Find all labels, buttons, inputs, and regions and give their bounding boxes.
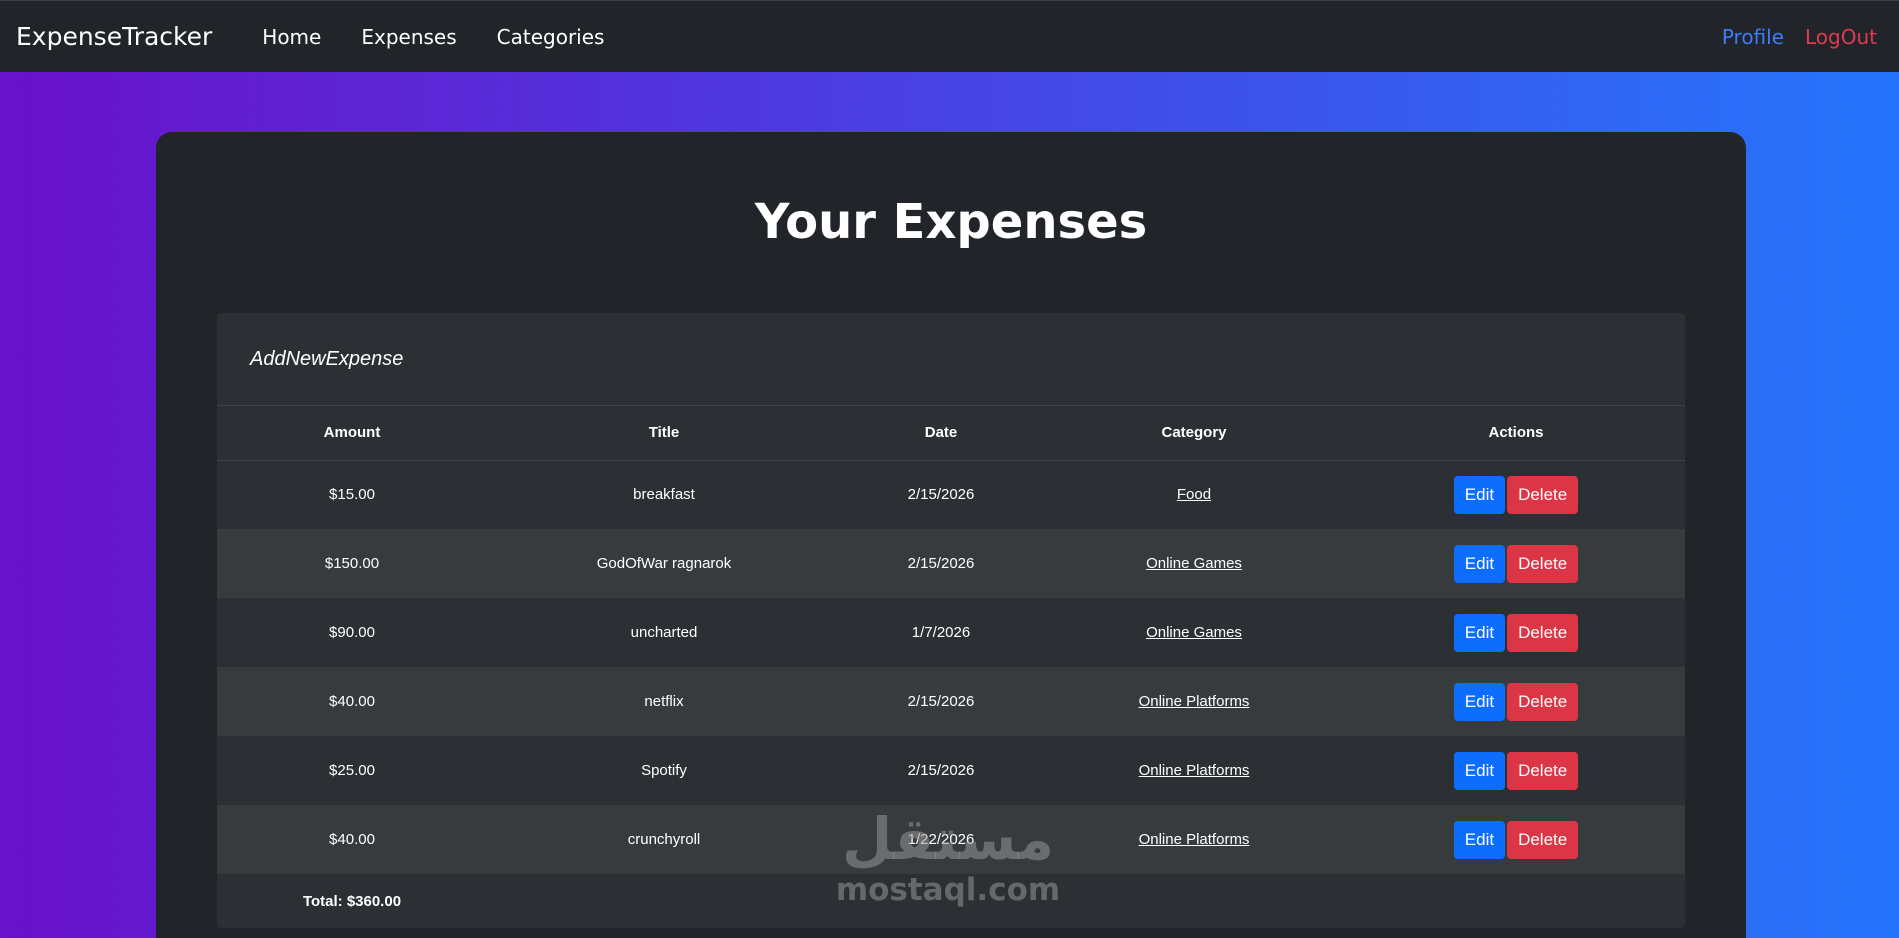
cell-actions: Edit Delete	[1347, 529, 1685, 598]
cell-amount: $90.00	[217, 598, 487, 667]
cell-date: 2/15/2026	[841, 736, 1041, 805]
cell-category: Online Games	[1041, 598, 1347, 667]
table-header-row: Amount Title Date Category Actions	[217, 406, 1685, 461]
cell-amount: $40.00	[217, 805, 487, 874]
cell-category: Online Platforms	[1041, 805, 1347, 874]
nav-home[interactable]: Home	[262, 25, 321, 49]
cell-amount: $25.00	[217, 736, 487, 805]
edit-button[interactable]: Edit	[1453, 682, 1506, 721]
cell-actions: Edit Delete	[1347, 598, 1685, 667]
expenses-table-container: AddNewExpense Amount Title Date Category…	[217, 313, 1685, 928]
cell-amount: $150.00	[217, 529, 487, 598]
cell-actions: Edit Delete	[1347, 667, 1685, 736]
cell-actions: Edit Delete	[1347, 736, 1685, 805]
top-navbar: ExpenseTracker Home Expenses Categories …	[0, 0, 1899, 72]
category-link[interactable]: Food	[1177, 486, 1211, 503]
nav-right-group: Profile LogOut	[1722, 25, 1883, 49]
cell-category: Online Platforms	[1041, 667, 1347, 736]
cell-category: Online Games	[1041, 529, 1347, 598]
table-row: $40.00 netflix 2/15/2026 Online Platform…	[217, 667, 1685, 736]
edit-button[interactable]: Edit	[1453, 475, 1506, 514]
expenses-table: Amount Title Date Category Actions $15.0…	[217, 406, 1685, 928]
add-expense-row: AddNewExpense	[217, 313, 1685, 406]
table-row: $40.00 crunchyroll 1/22/2026 Online Plat…	[217, 805, 1685, 874]
edit-button[interactable]: Edit	[1453, 613, 1506, 652]
table-row: $25.00 Spotify 2/15/2026 Online Platform…	[217, 736, 1685, 805]
delete-button[interactable]: Delete	[1507, 682, 1579, 721]
cell-amount: $40.00	[217, 667, 487, 736]
total-amount: Total: $360.00	[217, 874, 487, 928]
delete-button[interactable]: Delete	[1507, 820, 1579, 859]
cell-date: 2/15/2026	[841, 667, 1041, 736]
cell-title: uncharted	[487, 598, 841, 667]
table-row: $15.00 breakfast 2/15/2026 Food Edit Dele…	[217, 460, 1685, 529]
column-header-actions: Actions	[1347, 406, 1685, 461]
table-row: $150.00 GodOfWar ragnarok 2/15/2026 Onli…	[217, 529, 1685, 598]
nav-categories[interactable]: Categories	[497, 25, 605, 49]
page-title: Your Expenses	[754, 194, 1148, 250]
logout-link[interactable]: LogOut	[1805, 25, 1877, 49]
cell-title: breakfast	[487, 460, 841, 529]
column-header-title: Title	[487, 406, 841, 461]
category-link[interactable]: Online Platforms	[1139, 831, 1250, 848]
category-link[interactable]: Online Games	[1146, 624, 1242, 641]
delete-button[interactable]: Delete	[1507, 613, 1579, 652]
category-link[interactable]: Online Platforms	[1139, 693, 1250, 710]
category-link[interactable]: Online Games	[1146, 555, 1242, 572]
cell-date: 2/15/2026	[841, 460, 1041, 529]
brand-logo[interactable]: ExpenseTracker	[16, 22, 212, 51]
cell-actions: Edit Delete	[1347, 460, 1685, 529]
nav-expenses[interactable]: Expenses	[361, 25, 456, 49]
cell-date: 1/7/2026	[841, 598, 1041, 667]
delete-button[interactable]: Delete	[1507, 475, 1579, 514]
cell-category: Online Platforms	[1041, 736, 1347, 805]
cell-amount: $15.00	[217, 460, 487, 529]
cell-title: GodOfWar ragnarok	[487, 529, 841, 598]
profile-link[interactable]: Profile	[1722, 25, 1784, 49]
category-link[interactable]: Online Platforms	[1139, 762, 1250, 779]
delete-button[interactable]: Delete	[1507, 751, 1579, 790]
cell-actions: Edit Delete	[1347, 805, 1685, 874]
cell-title: crunchyroll	[487, 805, 841, 874]
expenses-card: Your Expenses AddNewExpense Amount Title…	[156, 132, 1746, 938]
column-header-amount: Amount	[217, 406, 487, 461]
column-header-category: Category	[1041, 406, 1347, 461]
edit-button[interactable]: Edit	[1453, 544, 1506, 583]
edit-button[interactable]: Edit	[1453, 751, 1506, 790]
edit-button[interactable]: Edit	[1453, 820, 1506, 859]
cell-category: Food	[1041, 460, 1347, 529]
add-new-expense-link[interactable]: AddNewExpense	[250, 348, 403, 371]
total-row: Total: $360.00	[217, 874, 1685, 928]
cell-title: netflix	[487, 667, 841, 736]
table-row: $90.00 uncharted 1/7/2026 Online Games E…	[217, 598, 1685, 667]
delete-button[interactable]: Delete	[1507, 544, 1579, 583]
cell-date: 2/15/2026	[841, 529, 1041, 598]
column-header-date: Date	[841, 406, 1041, 461]
cell-date: 1/22/2026	[841, 805, 1041, 874]
cell-title: Spotify	[487, 736, 841, 805]
